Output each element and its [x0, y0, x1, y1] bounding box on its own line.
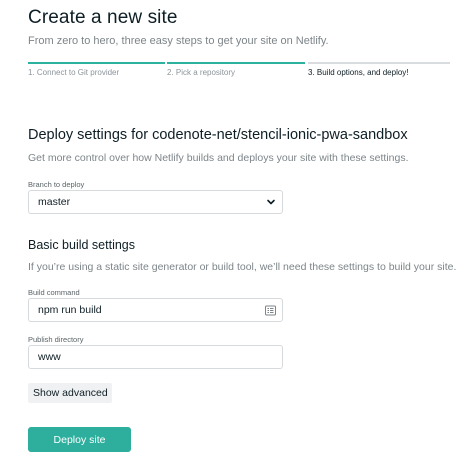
step-bar [308, 62, 450, 64]
build-command-label: Build command [28, 288, 80, 297]
build-command-value: npm run build [38, 304, 102, 316]
page-subtitle: From zero to hero, three easy steps to g… [28, 35, 329, 47]
basic-build-settings-title: Basic build settings [28, 238, 136, 252]
create-site-page: Create a new site From zero to hero, thr… [0, 0, 474, 469]
show-advanced-button[interactable]: Show advanced [28, 383, 112, 403]
step-bar [28, 62, 165, 64]
step-pick-repository[interactable]: 2. Pick a repository [167, 62, 305, 82]
build-command-input[interactable]: npm run build [28, 298, 283, 322]
step-connect-git[interactable]: 1. Connect to Git provider [28, 62, 165, 82]
deploy-site-button[interactable]: Deploy site [28, 427, 131, 452]
branch-label: Branch to deploy [28, 180, 85, 189]
deploy-settings-description: Get more control over how Netlify builds… [28, 152, 409, 164]
basic-build-settings-description: If you’re using a static site generator … [28, 261, 457, 273]
step-bar [167, 62, 305, 64]
step-label: 2. Pick a repository [167, 68, 236, 77]
publish-directory-input[interactable]: www [28, 345, 283, 369]
branch-select[interactable]: master [28, 190, 283, 214]
step-label: 3. Build options, and deploy! [308, 68, 409, 77]
step-build-options: 3. Build options, and deploy! [308, 62, 450, 82]
deploy-settings-title: Deploy settings for codenote-net/stencil… [28, 127, 408, 143]
publish-directory-value: www [38, 351, 61, 363]
format-list-icon[interactable] [265, 305, 276, 316]
page-title: Create a new site [28, 7, 178, 28]
step-progress: 1. Connect to Git provider 2. Pick a rep… [28, 62, 450, 82]
publish-directory-label: Publish directory [28, 335, 84, 344]
step-label: 1. Connect to Git provider [28, 68, 120, 77]
chevron-down-icon [267, 199, 275, 205]
branch-value: master [38, 196, 71, 208]
